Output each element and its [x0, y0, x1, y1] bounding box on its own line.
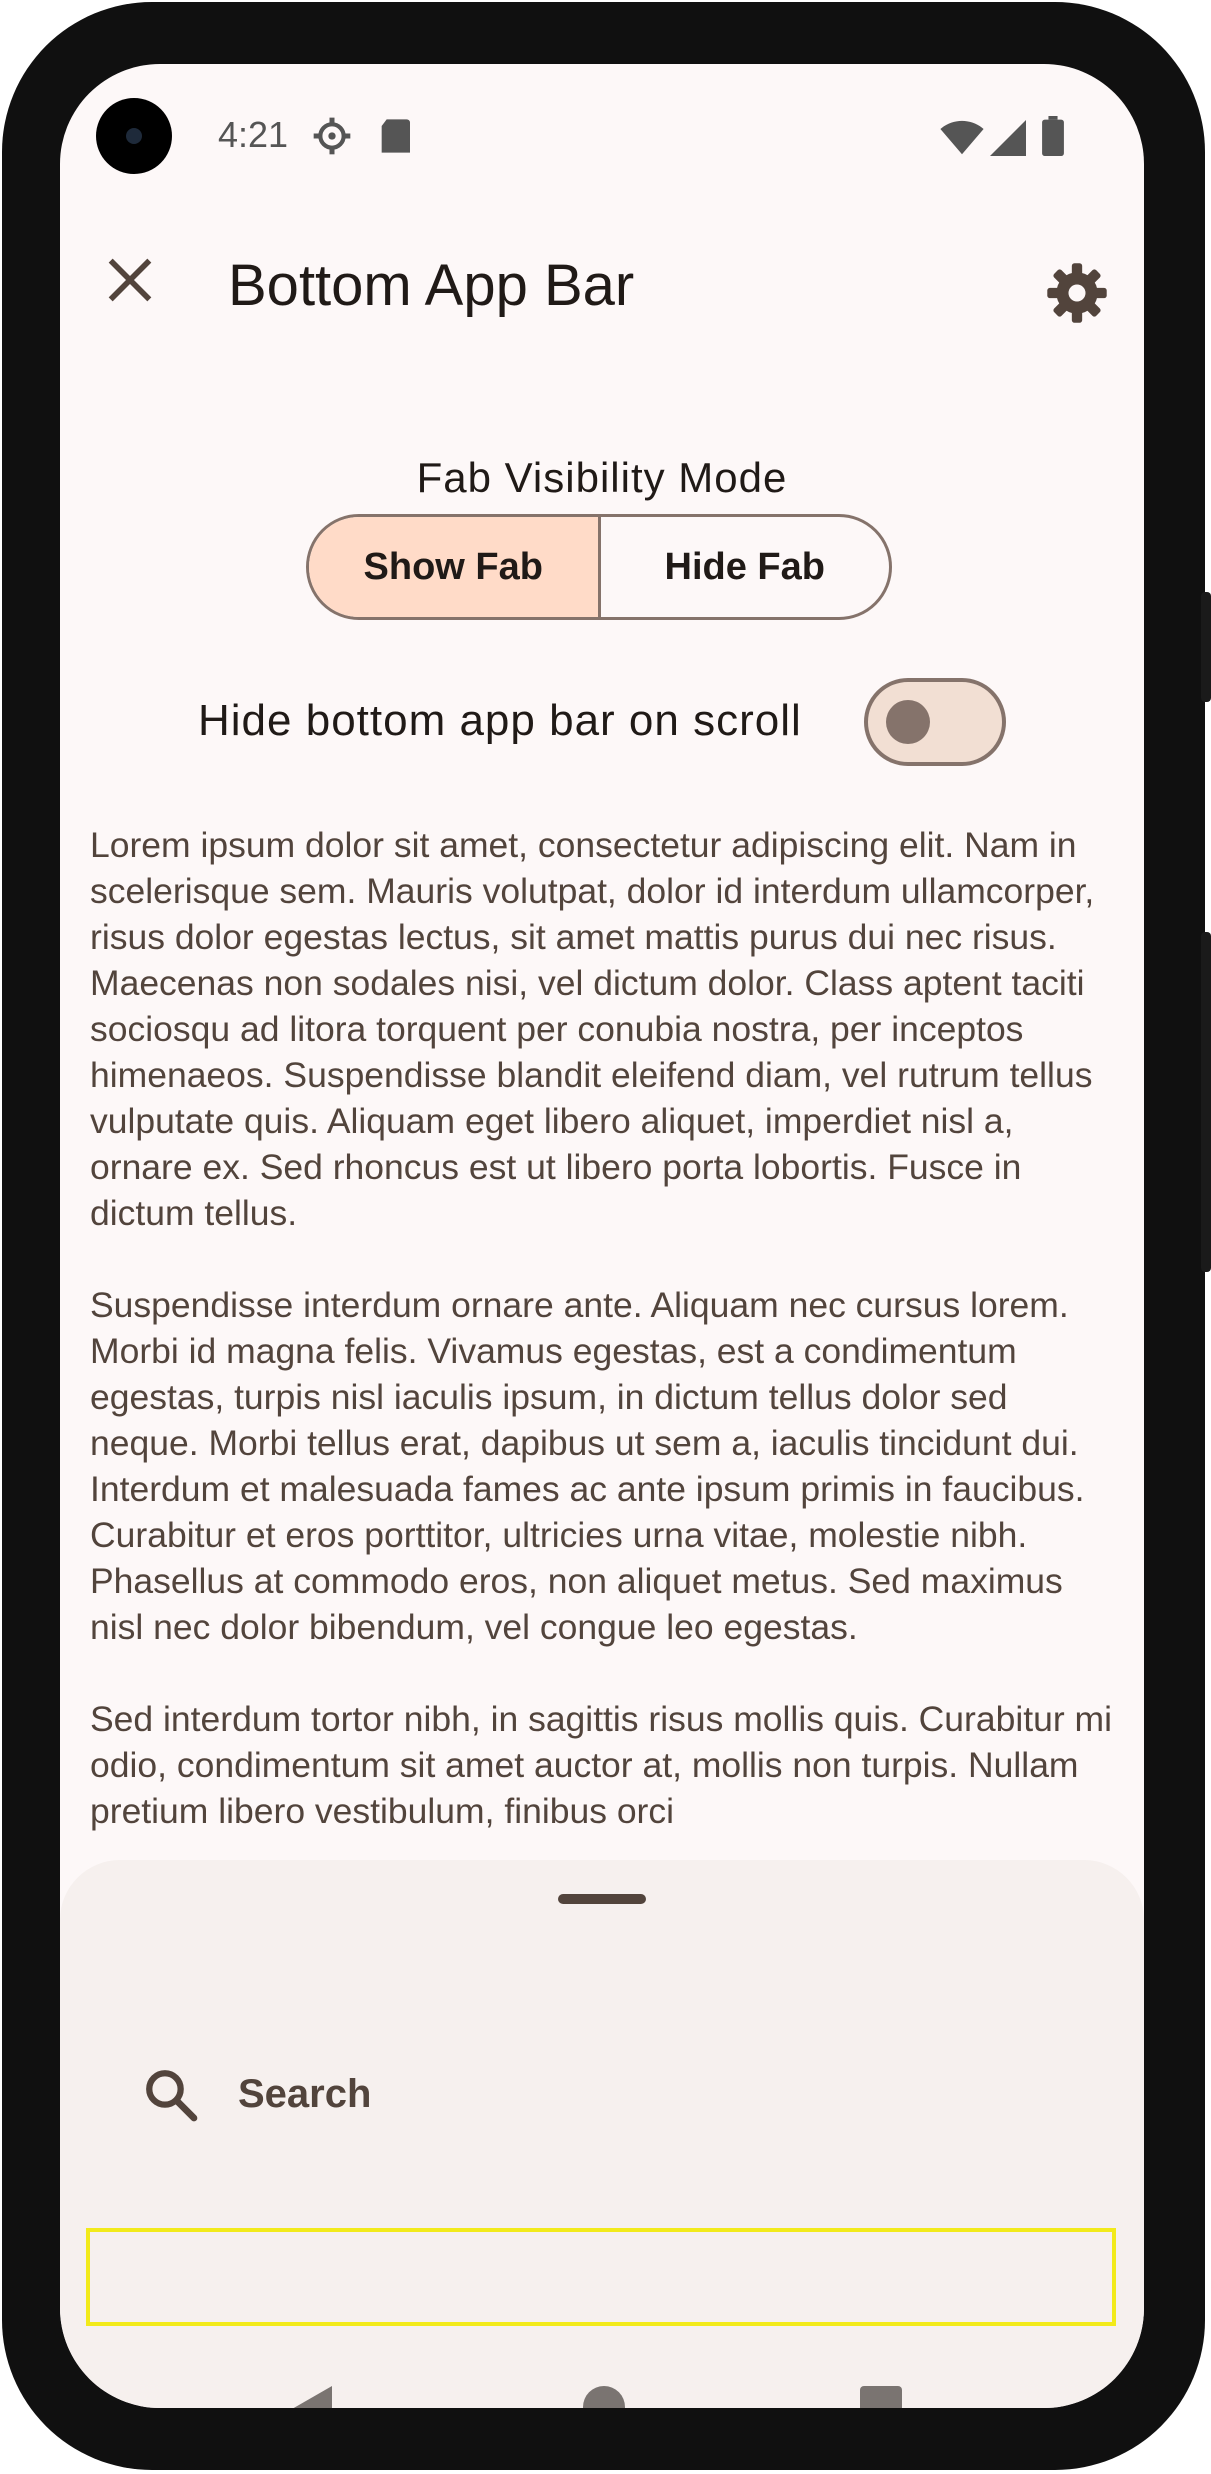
- phone-frame: 4:21 Bottom App Bar Fab Visibility Mode …: [2, 2, 1211, 2470]
- switch-thumb: [886, 700, 930, 744]
- page-title: Bottom App Bar: [228, 253, 635, 318]
- bottom-sheet: Search: [60, 1860, 1144, 2408]
- paragraph: Sed interdum tortor nibh, in sagittis ri…: [90, 1699, 1112, 1831]
- hide-on-scroll-switch[interactable]: [864, 678, 1006, 766]
- power-button: [1201, 592, 1211, 702]
- search-icon[interactable]: [142, 2066, 200, 2124]
- screen: 4:21 Bottom App Bar Fab Visibility Mode …: [60, 64, 1144, 2408]
- search-label[interactable]: Search: [238, 2072, 371, 2117]
- sd-card-icon: [381, 119, 410, 153]
- recents-icon[interactable]: [860, 2386, 902, 2408]
- focused-item-highlight[interactable]: [86, 2228, 1116, 2326]
- fab-visibility-segmented-control: Show Fab Hide Fab: [306, 514, 892, 620]
- gear-icon[interactable]: [1046, 262, 1108, 324]
- drag-handle[interactable]: [558, 1894, 646, 1904]
- content-text: Lorem ipsum dolor sit amet, consectetur …: [90, 822, 1120, 1880]
- hide-fab-button[interactable]: Hide Fab: [601, 517, 890, 617]
- paragraph: Suspendisse interdum ornare ante. Aliqua…: [90, 1285, 1085, 1647]
- settings-gear-icon: [313, 117, 351, 155]
- cell-signal-icon: [990, 120, 1026, 156]
- back-icon[interactable]: [292, 2386, 332, 2408]
- front-camera: [96, 98, 172, 174]
- paragraph: Lorem ipsum dolor sit amet, consectetur …: [90, 825, 1095, 1233]
- home-icon[interactable]: [583, 2386, 625, 2408]
- status-time: 4:21: [218, 114, 289, 155]
- wifi-icon: [940, 120, 984, 155]
- hide-on-scroll-label: Hide bottom app bar on scroll: [198, 696, 802, 745]
- volume-button: [1201, 932, 1211, 1272]
- fab-visibility-label: Fab Visibility Mode: [416, 454, 788, 501]
- battery-icon: [1042, 116, 1064, 156]
- close-icon[interactable]: [104, 254, 156, 306]
- show-fab-button[interactable]: Show Fab: [309, 517, 601, 617]
